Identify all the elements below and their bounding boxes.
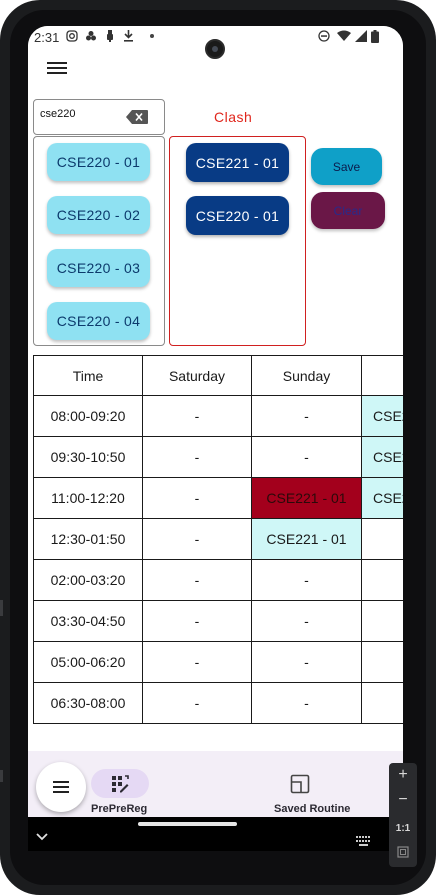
result-chip[interactable]: CSE220 - 02: [47, 196, 150, 234]
result-chip[interactable]: CSE220 - 04: [47, 302, 150, 340]
selected-chip[interactable]: CSE220 - 01: [186, 196, 289, 235]
routine-table-scroll[interactable]: Time Saturday Sunday Mo 08:00-09:20 - - …: [33, 355, 403, 724]
table-row: 03:30-04:50 - -: [33, 600, 403, 642]
selected-chip[interactable]: CSE221 - 01: [186, 143, 289, 182]
do-not-disturb-icon: [318, 30, 330, 45]
app-screen: 2:31 cse220 Clash CSE220 - 01 CSE220 - 0…: [28, 26, 403, 851]
backspace-clear-icon[interactable]: [126, 110, 148, 124]
sunday-cell: -: [251, 682, 362, 724]
time-cell: 11:00-12:20: [33, 477, 143, 519]
nav-label-preprereg[interactable]: PrePreReg: [91, 803, 147, 815]
table-row: 08:00-09:20 - - CSE2: [33, 395, 403, 437]
nav-item-preprereg[interactable]: [91, 769, 149, 798]
selected-sections-panel: CSE221 - 01 CSE220 - 01: [169, 136, 306, 346]
status-time: 2:31: [34, 30, 60, 45]
monday-cell: CSE2: [361, 436, 403, 478]
column-header: Time: [33, 355, 143, 396]
search-field[interactable]: [33, 99, 165, 135]
zoom-in-button[interactable]: +: [389, 766, 417, 784]
sunday-cell: -: [251, 641, 362, 683]
sunday-cell: -: [251, 559, 362, 601]
saturday-cell: -: [142, 682, 252, 724]
battery-icon: [371, 30, 379, 46]
column-header: Saturday: [142, 355, 252, 396]
monday-cell: [361, 559, 403, 601]
table-row: 11:00-12:20 - CSE221 - 01 CSE2: [33, 477, 403, 519]
zoom-ratio-button[interactable]: 1:1: [389, 823, 417, 834]
clear-button[interactable]: Clear: [311, 192, 385, 229]
search-input[interactable]: [40, 108, 120, 120]
usb-icon: [105, 30, 115, 45]
chevron-down-icon[interactable]: [35, 829, 49, 841]
monday-cell: CSE2: [361, 395, 403, 437]
home-gesture-handle[interactable]: [138, 822, 237, 826]
column-header: Mo: [361, 355, 403, 396]
wifi-icon: [337, 30, 351, 45]
table-row: 06:30-08:00 - -: [33, 682, 403, 724]
saturday-cell: -: [142, 600, 252, 642]
search-results-panel: CSE220 - 01 CSE220 - 02 CSE220 - 03 CSE2…: [33, 136, 165, 346]
time-cell: 03:30-04:50: [33, 600, 143, 642]
table-row: 12:30-01:50 - CSE221 - 01: [33, 518, 403, 560]
instagram-icon: [66, 30, 78, 45]
saturday-cell: -: [142, 641, 252, 683]
time-cell: 12:30-01:50: [33, 518, 143, 560]
keyboard-icon[interactable]: [356, 833, 372, 846]
zoom-out-button[interactable]: −: [389, 791, 417, 809]
sunday-cell: -: [251, 600, 362, 642]
nav-label-saved-routine[interactable]: Saved Routine: [274, 803, 350, 815]
column-header: Sunday: [251, 355, 362, 396]
sunday-cell: CSE221 - 01: [251, 518, 362, 560]
menu-icon[interactable]: [47, 59, 67, 77]
sunday-clash-cell: CSE221 - 01: [251, 477, 362, 519]
menu-icon: [53, 778, 69, 796]
signal-icon: [355, 30, 367, 45]
save-button[interactable]: Save: [311, 148, 382, 185]
monday-cell: [361, 682, 403, 724]
time-cell: 06:30-08:00: [33, 682, 143, 724]
sunday-cell: -: [251, 395, 362, 437]
grid-edit-icon: [112, 774, 129, 792]
saturday-cell: -: [142, 477, 252, 519]
sunday-cell: -: [251, 436, 362, 478]
monday-cell: [361, 641, 403, 683]
monday-cell: [361, 600, 403, 642]
table-row: 09:30-10:50 - - CSE2: [33, 436, 403, 478]
result-chip[interactable]: CSE220 - 03: [47, 249, 150, 287]
saturday-cell: -: [142, 395, 252, 437]
table-row: 02:00-03:20 - -: [33, 559, 403, 601]
download-icon: [123, 30, 134, 45]
table-row: 05:00-06:20 - -: [33, 641, 403, 683]
time-cell: 08:00-09:20: [33, 395, 143, 437]
device-side-button: [0, 770, 3, 782]
time-cell: 05:00-06:20: [33, 641, 143, 683]
monday-cell: CSE2: [361, 477, 403, 519]
app-notification-icon: [85, 30, 97, 45]
menu-fab[interactable]: [36, 762, 86, 812]
result-chip[interactable]: CSE220 - 01: [47, 143, 150, 181]
routine-table: Time Saturday Sunday Mo 08:00-09:20 - - …: [33, 355, 403, 724]
table-header-row: Time Saturday Sunday Mo: [33, 355, 403, 396]
dot-icon: [149, 28, 155, 45]
front-camera: [205, 39, 225, 59]
saturday-cell: -: [142, 559, 252, 601]
saturday-cell: -: [142, 518, 252, 560]
saturday-cell: -: [142, 436, 252, 478]
device-side-button: [0, 600, 3, 616]
saved-routine-icon[interactable]: [290, 774, 314, 798]
emulator-zoom-toolbar: + − 1:1: [389, 763, 417, 867]
time-cell: 09:30-10:50: [33, 436, 143, 478]
monday-cell: [361, 518, 403, 560]
time-cell: 02:00-03:20: [33, 559, 143, 601]
screen-fit-icon[interactable]: [389, 845, 417, 863]
clash-label: Clash: [214, 109, 253, 125]
